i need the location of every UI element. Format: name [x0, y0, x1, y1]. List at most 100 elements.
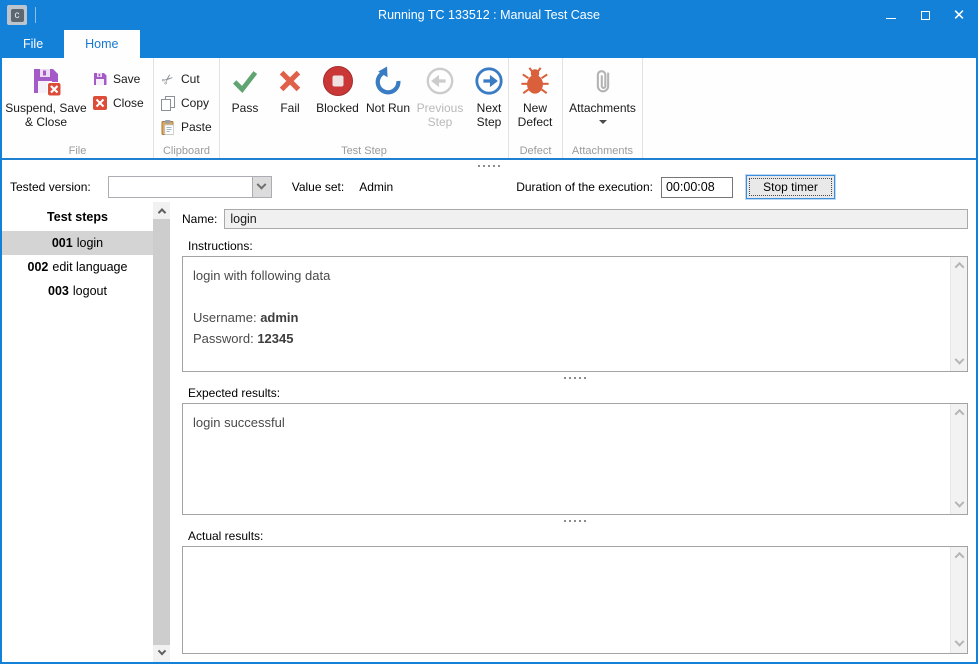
- step-detail-panel: Name: Instructions: login with following…: [170, 202, 976, 662]
- scroll-down-icon: [954, 355, 964, 365]
- scroll-up-icon: [954, 552, 964, 562]
- save-button[interactable]: Save: [88, 67, 147, 91]
- instructions-box[interactable]: login with following data Username: admi…: [182, 256, 968, 372]
- scroll-down-button[interactable]: [153, 645, 170, 662]
- expected-results-box[interactable]: login successful: [182, 403, 968, 515]
- ribbon: Suspend, Save & Close Save: [2, 58, 976, 160]
- tested-version-label: Tested version:: [10, 180, 91, 194]
- instructions-line: login with following data: [193, 265, 940, 286]
- pass-icon: [229, 65, 261, 97]
- step-label: logout: [73, 284, 107, 298]
- expected-results-content: login successful: [183, 404, 950, 514]
- test-step-item-1[interactable]: 001 login: [2, 231, 153, 255]
- splitter-handle[interactable]: [564, 520, 586, 522]
- test-steps-scrollbar[interactable]: [153, 202, 170, 662]
- group-label-defect: Defect: [509, 145, 562, 157]
- instructions-label: Instructions:: [188, 239, 968, 253]
- suspend-save-close-button[interactable]: Suspend, Save & Close: [4, 62, 88, 142]
- value-set-value: Admin: [359, 180, 393, 194]
- splitter-handle[interactable]: [478, 165, 500, 167]
- cut-button[interactable]: ✂ Cut: [156, 67, 215, 91]
- expected-results-label: Expected results:: [188, 386, 968, 400]
- blocked-label: Blocked: [316, 101, 359, 115]
- dropdown-arrow-icon: [599, 120, 607, 124]
- close-window-button[interactable]: ✕: [942, 0, 976, 30]
- step-label: edit language: [52, 260, 127, 274]
- fail-icon: [274, 65, 306, 97]
- value-set-label: Value set:: [292, 180, 344, 194]
- copy-button[interactable]: Copy: [156, 91, 215, 115]
- maximize-icon: [921, 11, 930, 20]
- name-input[interactable]: [224, 209, 968, 229]
- cut-label: Cut: [181, 72, 200, 86]
- main-area: Test steps 001login 002edit language 003…: [2, 202, 976, 662]
- pass-label: Pass: [232, 101, 259, 115]
- cut-icon: ✂: [159, 71, 176, 88]
- instructions-scrollbar[interactable]: [950, 257, 967, 371]
- not-run-button[interactable]: Not Run: [363, 62, 413, 142]
- next-step-button[interactable]: Next Step: [467, 62, 511, 142]
- actual-results-label: Actual results:: [188, 529, 968, 543]
- next-step-label: Next Step: [467, 101, 511, 129]
- previous-step-button[interactable]: Previous Step: [413, 62, 467, 142]
- scroll-up-icon: [954, 409, 964, 419]
- not-run-icon: [372, 65, 404, 97]
- password-label: Password:: [193, 331, 257, 346]
- ribbon-group-file: Suspend, Save & Close Save: [2, 58, 154, 158]
- actual-results-box[interactable]: [182, 546, 968, 654]
- stop-timer-button[interactable]: Stop timer: [746, 175, 835, 199]
- attachments-button[interactable]: Attachments: [565, 62, 640, 142]
- save-icon: [91, 71, 108, 88]
- actual-scrollbar[interactable]: [950, 547, 967, 653]
- test-steps-panel: Test steps 001login 002edit language 003…: [2, 202, 170, 662]
- test-step-item-2[interactable]: 002edit language: [2, 255, 153, 279]
- test-step-item-3[interactable]: 003 logout: [2, 279, 153, 303]
- fail-button[interactable]: Fail: [268, 62, 312, 142]
- step-number: 001: [52, 236, 73, 250]
- new-defect-button[interactable]: New Defect: [511, 62, 559, 142]
- step-label: login: [77, 236, 103, 250]
- instructions-line: Password: 12345: [193, 328, 940, 349]
- step-number: 002: [28, 260, 49, 274]
- paste-button[interactable]: Paste: [156, 115, 215, 139]
- ribbon-group-clipboard: ✂ Cut Copy: [154, 58, 220, 158]
- tested-version-value: [109, 177, 252, 197]
- pass-button[interactable]: Pass: [222, 62, 268, 142]
- username-value: admin: [260, 310, 298, 325]
- minimize-button[interactable]: [874, 0, 908, 30]
- name-label: Name:: [182, 212, 217, 226]
- app-icon[interactable]: c: [7, 5, 27, 25]
- previous-step-icon: [424, 65, 456, 97]
- scroll-down-icon: [954, 498, 964, 508]
- window-title: Running TC 133512 : Manual Test Case: [2, 8, 976, 22]
- combo-dropdown-button[interactable]: [252, 177, 271, 197]
- scroll-down-icon: [157, 646, 165, 654]
- titlebar-separator: [35, 7, 36, 23]
- instructions-splitter: [182, 372, 968, 384]
- tested-version-combobox[interactable]: [108, 176, 272, 198]
- step-number: 003: [48, 284, 69, 298]
- actual-results-content: [183, 547, 950, 653]
- new-defect-icon: [519, 65, 551, 97]
- paste-icon: [159, 119, 176, 136]
- previous-step-label: Previous Step: [413, 101, 467, 129]
- scroll-down-icon: [954, 637, 964, 647]
- scroll-up-icon: [157, 208, 165, 216]
- close-button[interactable]: Close: [88, 91, 147, 115]
- splitter-handle[interactable]: [564, 377, 586, 379]
- username-label: Username:: [193, 310, 260, 325]
- app-window: c Running TC 133512 : Manual Test Case ✕…: [0, 0, 978, 664]
- group-label-test-step: Test Step: [220, 145, 508, 157]
- ribbon-tab-row: File Home: [2, 30, 976, 58]
- tab-home[interactable]: Home: [64, 30, 139, 58]
- close-label: Close: [113, 96, 144, 110]
- tab-file[interactable]: File: [2, 30, 64, 58]
- blocked-button[interactable]: Blocked: [312, 62, 363, 142]
- scroll-up-button[interactable]: [153, 202, 170, 219]
- run-toolbar: Tested version: Value set: Admin Duratio…: [2, 172, 976, 202]
- maximize-button[interactable]: [908, 0, 942, 30]
- expected-scrollbar[interactable]: [950, 404, 967, 514]
- instructions-line: Username: admin: [193, 307, 940, 328]
- duration-input[interactable]: [661, 177, 733, 198]
- scrollbar-track[interactable]: [153, 219, 170, 645]
